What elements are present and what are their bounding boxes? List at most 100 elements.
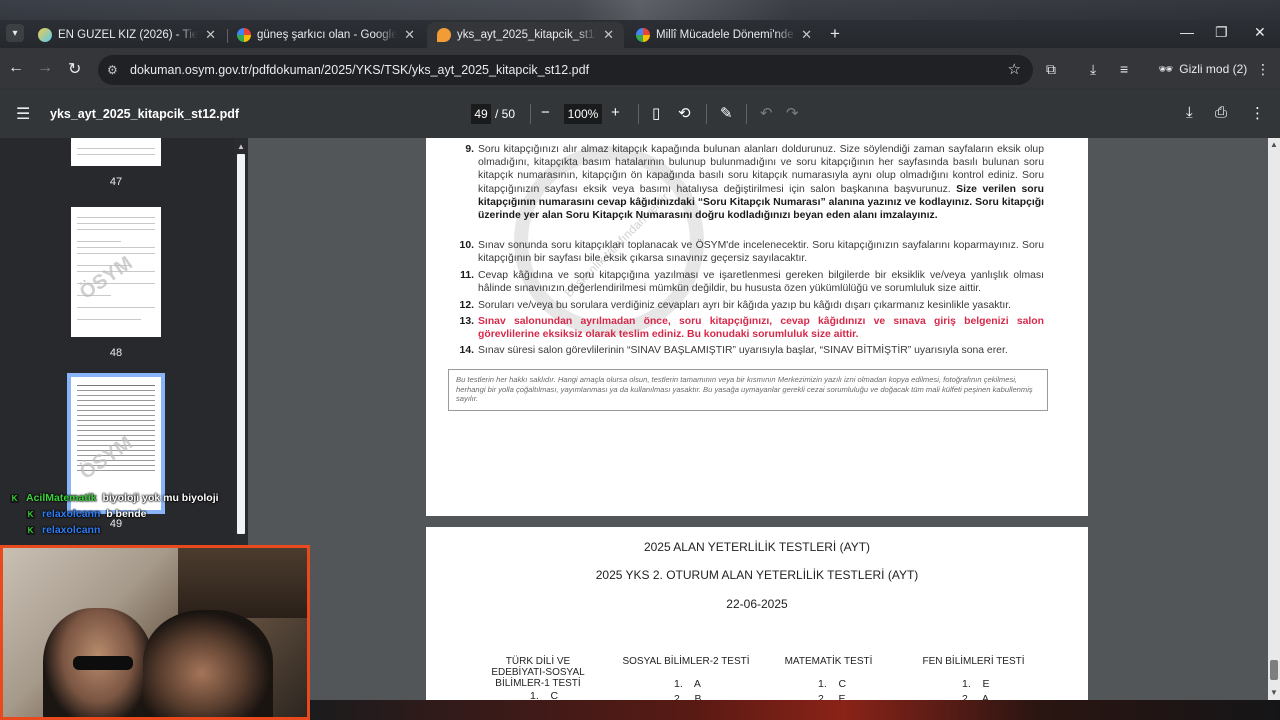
- answer-number: 1.: [530, 690, 539, 700]
- tab-pdf-active[interactable]: yks_ayt_2025_kitapcik_st12.pdf ✕: [427, 22, 624, 48]
- address-bar[interactable]: ⚙ dokuman.osym.gov.tr/pdfdokuman/2025/YK…: [98, 55, 1033, 85]
- answer-row: 2. E: [818, 693, 845, 700]
- rule-number: 13.: [459, 316, 474, 327]
- tab-google-search[interactable]: güneş şarkıcı olan - Google'da Ara ✕: [227, 22, 425, 48]
- close-tab-icon[interactable]: ✕: [205, 27, 216, 43]
- rule-number: 10.: [459, 240, 474, 251]
- rule-number: 11.: [460, 270, 474, 281]
- scroll-down-arrow-icon[interactable]: ▼: [1270, 688, 1278, 697]
- background-decoration: [0, 0, 1280, 20]
- annotate-icon[interactable]: ✎: [720, 104, 733, 122]
- undo-icon[interactable]: ↶: [760, 104, 773, 122]
- close-tab-icon[interactable]: ✕: [801, 27, 812, 43]
- copyright-notice: Bu testlerin her hakkı saklıdır. Hangi a…: [448, 369, 1048, 411]
- answer-letter: E: [838, 693, 846, 700]
- sidebar-scrollbar[interactable]: ▲: [234, 138, 248, 545]
- rule-number: 9.: [465, 144, 474, 155]
- document-scroll-thumb[interactable]: [1270, 660, 1278, 680]
- downloads-icon[interactable]: ⤓: [1090, 61, 1096, 78]
- tab-milli-mucadele[interactable]: Millî Mücadele Dönemi'nde başarı ✕: [626, 22, 822, 48]
- kick-badge-icon: K: [10, 494, 19, 503]
- answer-number: 1.: [962, 678, 971, 690]
- background-decoration: [310, 700, 1280, 720]
- close-window-icon[interactable]: ✕: [1254, 24, 1266, 41]
- answer-key-title: 2025 ALAN YETERLİLİK TESTLERİ (AYT): [643, 540, 871, 554]
- bookmark-star-icon[interactable]: ☆: [1008, 60, 1021, 78]
- close-tab-icon[interactable]: ✕: [603, 27, 614, 43]
- tab-tier-list[interactable]: EN GÜZEL KIZ (2026) - Tier List ✕: [28, 22, 226, 48]
- divider: [746, 104, 747, 124]
- thumbnail-watermark: ÖSYM: [75, 252, 137, 304]
- pdf-title: yks_ayt_2025_kitapcik_st12.pdf: [50, 107, 240, 121]
- redo-icon[interactable]: ↷: [786, 104, 799, 122]
- sidebar-scroll-thumb[interactable]: [237, 154, 245, 534]
- answer-key-subtitle: 2025 YKS 2. OTURUM ALAN YETERLİLİK TESTL…: [595, 568, 919, 582]
- pdf-toolbar: ☰ yks_ayt_2025_kitapcik_st12.pdf 49 / 50…: [0, 90, 1280, 138]
- browser-toolbar: ← → ↻ ⚙ dokuman.osym.gov.tr/pdfdokuman/2…: [0, 48, 1280, 90]
- rule-text: Soruları ve/veya bu sorulara verdiğiniz …: [478, 300, 1012, 311]
- new-tab-button[interactable]: +: [830, 24, 840, 44]
- incognito-label: Gizli mod (2): [1179, 62, 1248, 76]
- kick-badge-icon: K: [26, 526, 35, 535]
- restore-icon[interactable]: ❐: [1215, 24, 1228, 41]
- rule-text: Cevap kâğıdına ve soru kitapçığına yazıl…: [478, 270, 1044, 295]
- scroll-up-arrow-icon[interactable]: ▲: [1270, 140, 1278, 149]
- sidebar-toggle-icon[interactable]: ☰: [16, 104, 30, 124]
- back-icon[interactable]: ←: [8, 59, 24, 77]
- divider: [706, 104, 707, 124]
- column-header: MATEMATİK TESTİ: [784, 656, 873, 667]
- answer-letter: A: [693, 678, 701, 690]
- incognito-icon: 🕶: [1158, 62, 1174, 76]
- scroll-up-arrow-icon[interactable]: ▲: [237, 142, 245, 151]
- browser-menu-icon[interactable]: ⋮: [1256, 61, 1270, 78]
- minimize-icon[interactable]: —: [1180, 24, 1194, 40]
- answer-row: 1. E: [962, 678, 989, 690]
- download-icon[interactable]: ⤓: [1186, 104, 1193, 121]
- chat-username: relaxolcann: [42, 508, 101, 520]
- reload-icon[interactable]: ↻: [68, 59, 81, 79]
- forward-icon[interactable]: →: [37, 59, 53, 77]
- url-text[interactable]: dokuman.osym.gov.tr/pdfdokuman/2025/YKS/…: [130, 63, 589, 77]
- zoom-in-icon[interactable]: +: [611, 104, 620, 121]
- thumbnail-page-49-selected[interactable]: ÖSYM: [67, 373, 165, 514]
- tab-title: yks_ayt_2025_kitapcik_st12.pdf: [457, 29, 597, 41]
- tab-search-button[interactable]: ▾: [6, 24, 24, 42]
- thumbnail-label: 48: [109, 347, 123, 359]
- answer-row: 2. B: [674, 693, 701, 700]
- thumbnail-page-47[interactable]: [71, 138, 161, 166]
- sunglasses: [73, 656, 133, 670]
- answer-letter: B: [694, 693, 702, 700]
- column-header: FEN BİLİMLERİ TESTİ: [922, 656, 1025, 667]
- zoom-out-icon[interactable]: −: [541, 104, 550, 121]
- thumbnail-page-48[interactable]: ÖSYM: [71, 207, 161, 337]
- tab-strip: ▾ EN GÜZEL KIZ (2026) - Tier List ✕ güne…: [0, 0, 1280, 48]
- chat-text: b bende: [106, 508, 147, 520]
- page-number-input[interactable]: 49: [471, 104, 491, 124]
- answer-letter: A: [981, 693, 989, 700]
- fit-page-icon[interactable]: ▯: [652, 104, 660, 122]
- answer-letter: C: [550, 690, 559, 700]
- tab-title: Millî Mücadele Dönemi'nde başarı: [656, 29, 796, 41]
- document-viewport: Başkanlık tarafından verilir 9. Soru kit…: [248, 138, 1268, 700]
- pdf-page-50: 2025 ALAN YETERLİLİK TESTLERİ (AYT) 2025…: [426, 527, 1088, 700]
- column-header: TÜRK DİLİ VE EDEBİYATI-SOSYAL BİLİMLER-1…: [491, 656, 585, 689]
- extensions-icon[interactable]: ⧉: [1046, 61, 1056, 78]
- webcam-overlay: [0, 545, 310, 720]
- document-scrollbar[interactable]: ▲ ▼: [1268, 138, 1280, 700]
- chat-username: AcilMatematik: [26, 492, 97, 504]
- rotate-icon[interactable]: ⟲: [678, 104, 691, 122]
- incognito-badge[interactable]: 🕶 Gizli mod (2): [1148, 56, 1257, 82]
- answer-row: 1. A: [674, 678, 701, 690]
- zoom-input[interactable]: 100%: [564, 104, 602, 124]
- close-tab-icon[interactable]: ✕: [404, 27, 415, 43]
- rule-number: 14.: [459, 345, 474, 356]
- more-actions-icon[interactable]: ⋮: [1250, 104, 1265, 122]
- rule-text: Sınav süresi salon görevlilerinin “SINAV…: [478, 345, 1008, 356]
- chat-message: Krelaxolcann: [26, 524, 100, 536]
- site-info-icon[interactable]: ⚙: [107, 63, 121, 77]
- divider: [638, 104, 639, 124]
- page-total: / 50: [495, 107, 516, 121]
- answer-number: 2.: [962, 693, 971, 700]
- print-icon[interactable]: ⎙: [1215, 104, 1227, 121]
- reading-list-icon[interactable]: ≡: [1120, 61, 1128, 77]
